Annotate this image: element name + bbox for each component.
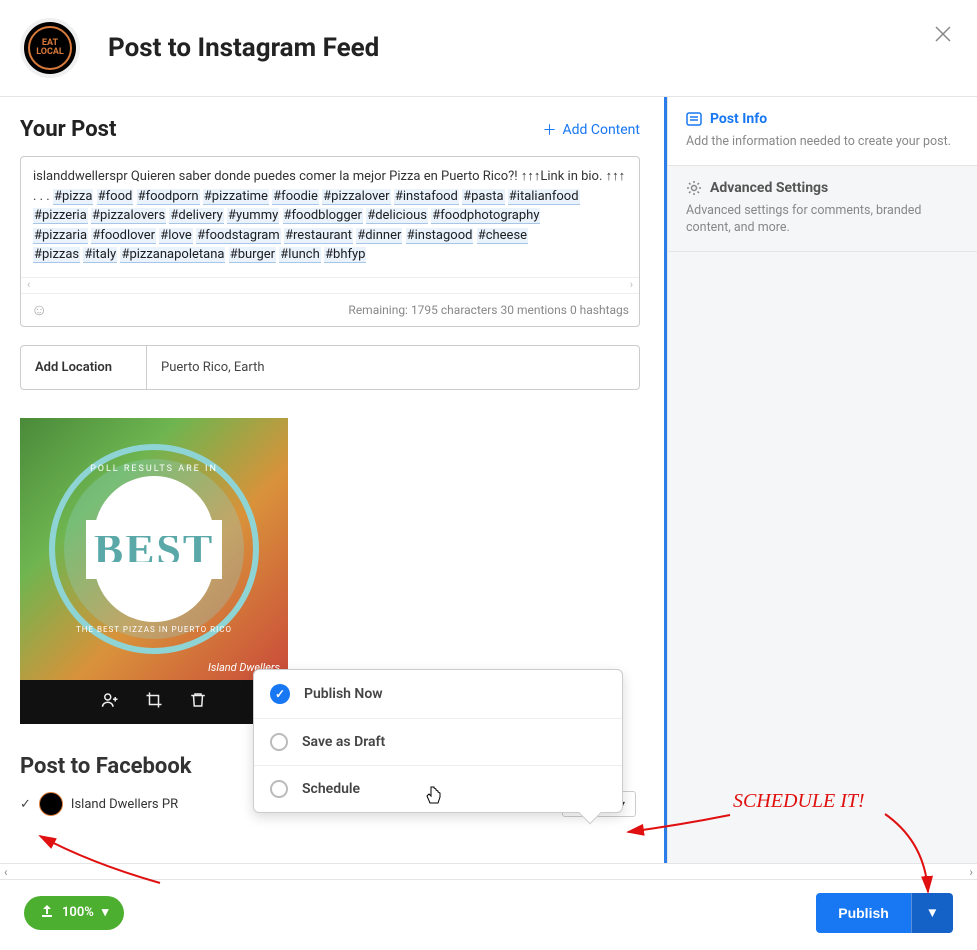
caret-down-icon: ▾ (102, 905, 109, 920)
post-info-icon (686, 111, 702, 127)
hashtag[interactable]: #foodblogger (283, 208, 363, 224)
hashtag[interactable]: #pizzalover (322, 189, 390, 205)
sidebar-advanced-settings[interactable]: Advanced Settings Advanced settings for … (668, 166, 977, 252)
hashtag[interactable]: #foodphotography (431, 208, 540, 224)
horizontal-scrollbar[interactable]: ‹› (0, 863, 977, 879)
hashtag[interactable]: #dinner (356, 228, 402, 244)
close-button[interactable] (933, 24, 953, 48)
facebook-account-row[interactable]: ✓ Island Dwellers PR (20, 792, 178, 816)
hashtag[interactable]: #italy (83, 247, 117, 263)
plus-icon: ＋ (542, 120, 556, 140)
location-value[interactable]: Puerto Rico, Earth (147, 346, 639, 389)
hashtag[interactable]: #instafood (394, 189, 459, 205)
hashtag[interactable]: #instagood (406, 228, 474, 244)
check-icon: ✓ (270, 684, 290, 704)
your-post-heading: Your Post (20, 117, 116, 142)
hashtag[interactable]: #foodstagram (196, 228, 281, 244)
dialog-title: Post to Instagram Feed (108, 33, 379, 63)
image-toolbar (20, 680, 288, 724)
gear-icon (686, 180, 702, 196)
hashtag[interactable]: #food (97, 189, 134, 205)
hashtag[interactable]: #pizzatime (203, 189, 269, 205)
crop-icon[interactable] (145, 691, 163, 713)
hashtag[interactable]: #pizza (53, 189, 93, 205)
option-publish-now[interactable]: ✓ Publish Now (254, 670, 622, 718)
hashtag[interactable]: #yummy (227, 208, 279, 224)
checkbox-checked-icon[interactable]: ✓ (20, 797, 31, 812)
textarea-scroll-hint: ‹› (21, 277, 639, 293)
option-schedule[interactable]: Schedule (254, 765, 622, 812)
option-save-draft[interactable]: Save as Draft (254, 718, 622, 765)
hashtag[interactable]: #bhfyp (324, 247, 366, 263)
fb-avatar (39, 792, 63, 816)
tag-people-icon[interactable] (101, 691, 119, 713)
sidebar-post-info[interactable]: Post Info Add the information needed to … (668, 97, 977, 166)
hashtag[interactable]: #pizzanapoletana (120, 247, 225, 263)
post-text-box[interactable]: islanddwellerspr Quieren saber donde pue… (20, 156, 640, 327)
hashtag[interactable]: #pizzas (33, 247, 80, 263)
location-label: Add Location (21, 346, 147, 389)
char-counter: Remaining: 1795 characters 30 mentions 0… (348, 303, 629, 317)
hashtag[interactable]: #delicious (366, 208, 428, 224)
location-row[interactable]: Add Location Puerto Rico, Earth (20, 345, 640, 390)
upload-progress-pill[interactable]: 100% ▾ (24, 896, 124, 930)
image-preview[interactable]: POLL RESULTS ARE IN BEST THE BEST PIZZAS… (20, 418, 288, 680)
hashtag[interactable]: #foodlover (91, 228, 156, 244)
emoji-picker-button[interactable]: ☺ (31, 300, 47, 320)
trash-icon[interactable] (189, 691, 207, 713)
hashtag[interactable]: #lunch (279, 247, 320, 263)
fb-account-name: Island Dwellers PR (71, 797, 178, 812)
hashtag[interactable]: #foodporn (137, 189, 200, 205)
radio-icon (270, 733, 288, 751)
radio-icon (270, 780, 288, 798)
add-content-button[interactable]: ＋ Add Content (542, 120, 640, 140)
hashtag[interactable]: #pasta (462, 189, 504, 205)
right-sidebar: Post Info Add the information needed to … (667, 97, 977, 863)
hashtag[interactable]: #pizzeria (33, 208, 88, 224)
hashtag[interactable]: #burger (229, 247, 276, 263)
publish-button[interactable]: Publish (816, 893, 911, 933)
publish-dropdown-button[interactable]: ▼ (911, 893, 953, 933)
hashtag[interactable]: #pizzaria (33, 228, 88, 244)
hashtag[interactable]: #pizzalovers (91, 208, 166, 224)
hashtag[interactable]: #restaurant (284, 228, 353, 244)
hashtag[interactable]: #delivery (169, 208, 223, 224)
attached-image: POLL RESULTS ARE IN BEST THE BEST PIZZAS… (20, 418, 288, 724)
publish-options-menu: ✓ Publish Now Save as Draft Schedule (253, 669, 623, 813)
dialog-header: EAT LOCAL Post to Instagram Feed (0, 0, 977, 97)
hashtag[interactable]: #foodie (272, 189, 319, 205)
hashtag[interactable]: #cheese (477, 228, 528, 244)
footer-bar: 100% ▾ Publish ▼ (0, 879, 977, 945)
hashtag[interactable]: #love (159, 228, 193, 244)
upload-icon (40, 904, 54, 922)
hashtag[interactable]: #italianfood (508, 189, 580, 205)
post-text-content[interactable]: islanddwellerspr Quieren saber donde pue… (21, 157, 639, 277)
profile-avatar: EAT LOCAL (20, 18, 80, 78)
